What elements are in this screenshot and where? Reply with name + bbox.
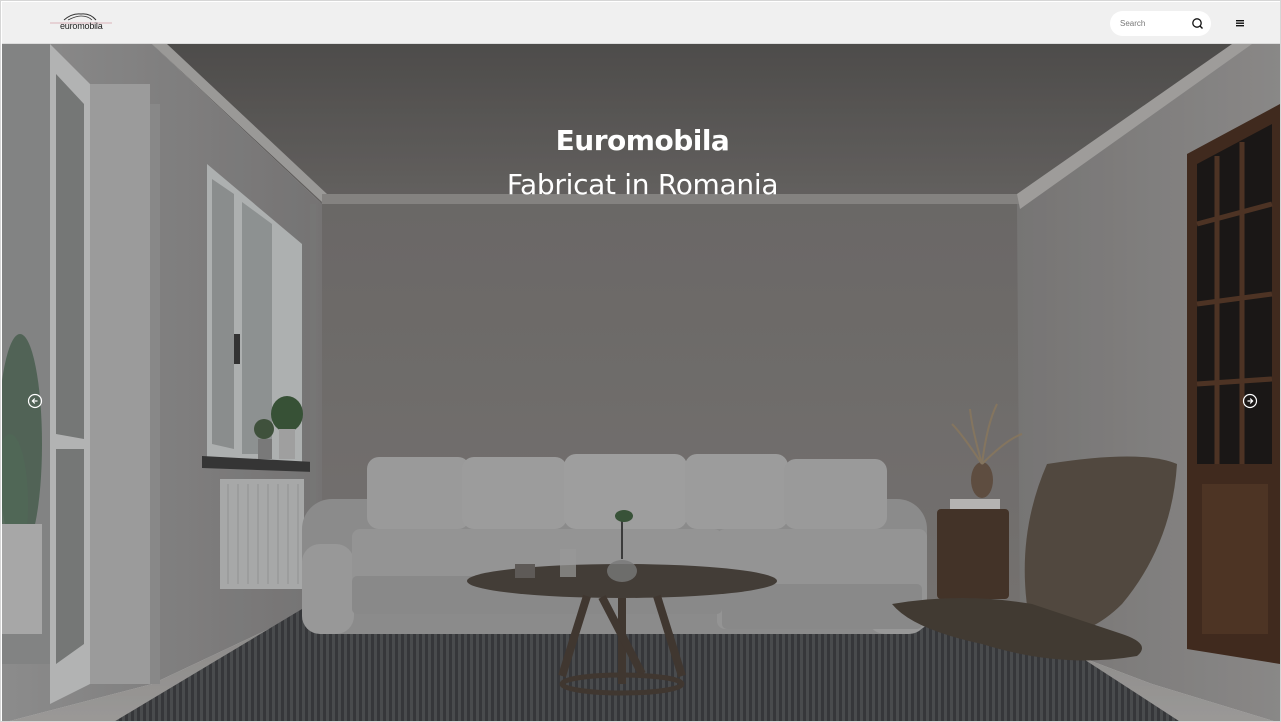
search-icon[interactable] (1190, 16, 1205, 31)
search-input[interactable] (1120, 16, 1182, 30)
arrow-right-circle-icon[interactable] (1242, 393, 1258, 409)
hero-subtitle: Fabricat in Romania (506, 168, 779, 201)
logo[interactable]: euromobila (50, 11, 112, 35)
site-header: euromobila (2, 2, 1280, 44)
arrow-left-circle-icon[interactable] (27, 393, 43, 409)
hero-slider: Euromobila Fabricat in Romania (2, 44, 1280, 721)
hamburger-menu-icon[interactable] (1232, 16, 1248, 30)
hero-title: Euromobila (555, 124, 730, 157)
browser-page: euromobila Search Euromobila Fabricat in… (0, 0, 1281, 722)
search-box (1110, 11, 1211, 36)
logo-text: euromobila (60, 21, 103, 31)
